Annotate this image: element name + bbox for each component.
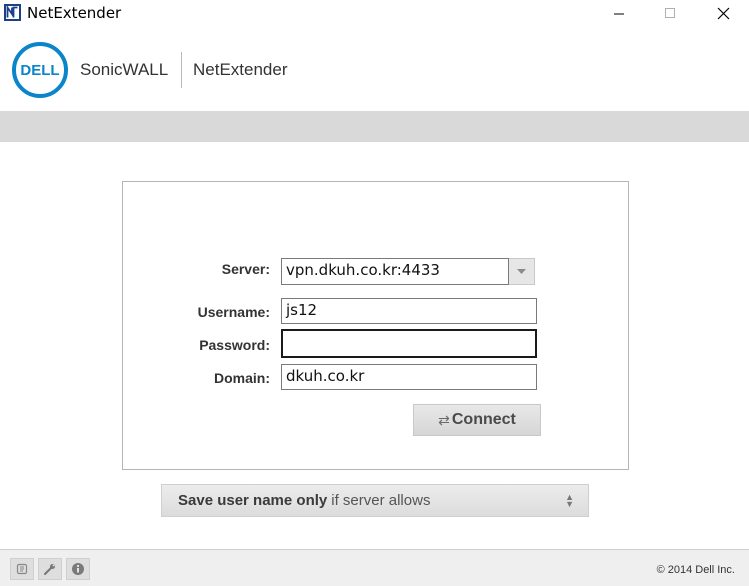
save-option-normal-text: if server allows [331, 492, 431, 509]
dell-logo: DELL [12, 42, 68, 98]
connect-button-label: Connect [451, 411, 516, 428]
info-icon [72, 563, 84, 575]
domain-label: Domain: [214, 370, 270, 386]
window-title: NetExtender [27, 4, 122, 22]
netextender-app-icon [4, 4, 21, 21]
close-button[interactable] [700, 0, 746, 26]
copyright-text: © 2014 Dell Inc. [656, 564, 735, 576]
settings-button[interactable] [38, 558, 62, 580]
netextender-window: NetExtender DELL SonicWALL NetExtender S… [0, 0, 749, 586]
server-label: Server: [221, 261, 270, 277]
minimize-button[interactable] [596, 0, 642, 26]
up-down-arrows-icon: ▲ ▼ [565, 492, 574, 509]
brand-divider [181, 52, 182, 88]
server-combobox-input[interactable]: vpn.dkuh.co.kr:4433 [281, 258, 509, 285]
domain-input[interactable]: dkuh.co.kr [281, 364, 537, 390]
log-button[interactable] [10, 558, 34, 580]
maximize-button[interactable] [647, 0, 693, 26]
svg-text:DELL: DELL [20, 62, 59, 79]
product-name-label: NetExtender [193, 60, 288, 79]
save-credentials-select[interactable]: Save user name only if server allows ▲ ▼ [161, 484, 589, 517]
password-input[interactable] [281, 329, 537, 358]
status-bar: © 2014 Dell Inc. [0, 549, 749, 586]
connect-button[interactable]: ⇄ Connect [413, 404, 541, 436]
username-input[interactable]: js12 [281, 298, 537, 324]
connect-arrows-icon: ⇄ [438, 411, 450, 428]
product-line-label: SonicWALL [80, 60, 169, 79]
header-divider-bar [0, 111, 749, 142]
username-label: Username: [197, 304, 270, 320]
save-option-bold-text: Save user name only [178, 492, 328, 509]
password-label: Password: [199, 337, 270, 353]
close-icon [717, 7, 729, 19]
chevron-down-icon [517, 268, 526, 274]
maximize-icon [665, 8, 675, 18]
wrench-icon [44, 564, 55, 575]
title-bar: NetExtender [0, 0, 749, 26]
server-dropdown-button[interactable] [509, 258, 535, 285]
login-panel: Server: vpn.dkuh.co.kr:4433 Username: js… [122, 181, 629, 470]
log-icon [16, 563, 28, 575]
about-button[interactable] [66, 558, 90, 580]
minimize-icon [614, 13, 624, 15]
